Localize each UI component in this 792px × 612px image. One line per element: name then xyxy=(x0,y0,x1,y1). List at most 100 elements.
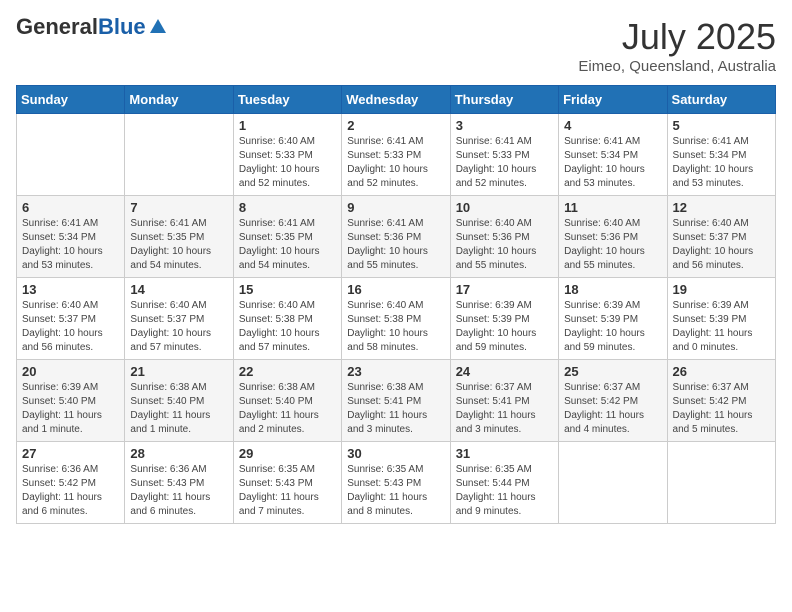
day-info: Sunrise: 6:39 AM Sunset: 5:39 PM Dayligh… xyxy=(673,299,770,355)
day-number: 12 xyxy=(673,200,770,215)
day-number: 24 xyxy=(456,364,553,379)
calendar-week-row: 20 Sunrise: 6:39 AM Sunset: 5:40 PM Dayli… xyxy=(17,360,776,442)
day-number: 3 xyxy=(456,118,553,133)
day-info: Sunrise: 6:39 AM Sunset: 5:40 PM Dayligh… xyxy=(22,381,119,437)
day-number: 19 xyxy=(673,282,770,297)
day-number: 27 xyxy=(22,446,119,461)
calendar-cell: 29 Sunrise: 6:35 AM Sunset: 5:43 PM Dayli… xyxy=(233,442,341,524)
day-info: Sunrise: 6:39 AM Sunset: 5:39 PM Dayligh… xyxy=(564,299,661,355)
calendar-header-monday: Monday xyxy=(125,86,233,114)
calendar-cell: 23Sunrise: 6:38 AM Sunset: 5:41 PM Dayli… xyxy=(342,360,450,442)
calendar-header-sunday: Sunday xyxy=(17,86,125,114)
calendar-cell: 16 Sunrise: 6:40 AM Sunset: 5:38 PM Dayli… xyxy=(342,278,450,360)
calendar-cell: 10Sunrise: 6:40 AM Sunset: 5:36 PM Dayli… xyxy=(450,196,558,278)
calendar-cell: 12 Sunrise: 6:40 AM Sunset: 5:37 PM Dayli… xyxy=(667,196,775,278)
day-number: 16 xyxy=(347,282,444,297)
day-info: Sunrise: 6:41 AM Sunset: 5:36 PM Dayligh… xyxy=(347,217,444,273)
calendar-cell: 3 Sunrise: 6:41 AM Sunset: 5:33 PM Daylig… xyxy=(450,114,558,196)
day-info: Sunrise: 6:41 AM Sunset: 5:33 PM Dayligh… xyxy=(456,135,553,191)
day-info: Sunrise: 6:41 AM Sunset: 5:34 PM Dayligh… xyxy=(22,217,119,273)
day-number: 15 xyxy=(239,282,336,297)
calendar-cell: 31Sunrise: 6:35 AM Sunset: 5:44 PM Dayli… xyxy=(450,442,558,524)
day-info: Sunrise: 6:40 AM Sunset: 5:33 PM Dayligh… xyxy=(239,135,336,191)
logo-icon xyxy=(148,17,168,37)
day-number: 28 xyxy=(130,446,227,461)
day-number: 1 xyxy=(239,118,336,133)
calendar-cell: 17 Sunrise: 6:39 AM Sunset: 5:39 PM Dayli… xyxy=(450,278,558,360)
day-info: Sunrise: 6:37 AM Sunset: 5:42 PM Dayligh… xyxy=(673,381,770,437)
calendar-header-friday: Friday xyxy=(559,86,667,114)
day-info: Sunrise: 6:35 AM Sunset: 5:43 PM Dayligh… xyxy=(347,463,444,519)
day-number: 4 xyxy=(564,118,661,133)
calendar-cell: 8 Sunrise: 6:41 AM Sunset: 5:35 PM Daylig… xyxy=(233,196,341,278)
title-section: July 2025 Eimeo, Queensland, Australia xyxy=(578,16,776,75)
calendar-table: SundayMondayTuesdayWednesdayThursdayFrid… xyxy=(16,85,776,524)
calendar-cell: 25 Sunrise: 6:37 AM Sunset: 5:42 PM Dayli… xyxy=(559,360,667,442)
day-info: Sunrise: 6:41 AM Sunset: 5:35 PM Dayligh… xyxy=(130,217,227,273)
day-number: 18 xyxy=(564,282,661,297)
calendar-header-row: SundayMondayTuesdayWednesdayThursdayFrid… xyxy=(17,86,776,114)
page-header: GeneralBlue July 2025 Eimeo, Queensland,… xyxy=(16,16,776,75)
calendar-cell xyxy=(125,114,233,196)
calendar-cell: 4Sunrise: 6:41 AM Sunset: 5:34 PM Daylig… xyxy=(559,114,667,196)
calendar-week-row: 6 Sunrise: 6:41 AM Sunset: 5:34 PM Daylig… xyxy=(17,196,776,278)
calendar-cell: 30 Sunrise: 6:35 AM Sunset: 5:43 PM Dayli… xyxy=(342,442,450,524)
month-title: July 2025 xyxy=(578,16,776,58)
calendar-header-tuesday: Tuesday xyxy=(233,86,341,114)
day-number: 13 xyxy=(22,282,119,297)
calendar-cell xyxy=(17,114,125,196)
calendar-cell: 19 Sunrise: 6:39 AM Sunset: 5:39 PM Dayli… xyxy=(667,278,775,360)
day-info: Sunrise: 6:40 AM Sunset: 5:37 PM Dayligh… xyxy=(130,299,227,355)
day-info: Sunrise: 6:36 AM Sunset: 5:43 PM Dayligh… xyxy=(130,463,227,519)
day-number: 21 xyxy=(130,364,227,379)
day-number: 14 xyxy=(130,282,227,297)
day-number: 31 xyxy=(456,446,553,461)
calendar-cell: 21 Sunrise: 6:38 AM Sunset: 5:40 PM Dayli… xyxy=(125,360,233,442)
calendar-cell: 2 Sunrise: 6:41 AM Sunset: 5:33 PM Daylig… xyxy=(342,114,450,196)
calendar-cell: 20 Sunrise: 6:39 AM Sunset: 5:40 PM Dayli… xyxy=(17,360,125,442)
calendar-cell: 15Sunrise: 6:40 AM Sunset: 5:38 PM Dayli… xyxy=(233,278,341,360)
day-info: Sunrise: 6:37 AM Sunset: 5:42 PM Dayligh… xyxy=(564,381,661,437)
calendar-cell: 26 Sunrise: 6:37 AM Sunset: 5:42 PM Dayli… xyxy=(667,360,775,442)
day-number: 25 xyxy=(564,364,661,379)
logo-blue-text: Blue xyxy=(98,16,146,38)
day-number: 2 xyxy=(347,118,444,133)
calendar-cell: 5Sunrise: 6:41 AM Sunset: 5:34 PM Daylig… xyxy=(667,114,775,196)
day-number: 30 xyxy=(347,446,444,461)
day-number: 29 xyxy=(239,446,336,461)
calendar-cell: 1 Sunrise: 6:40 AM Sunset: 5:33 PM Daylig… xyxy=(233,114,341,196)
day-info: Sunrise: 6:40 AM Sunset: 5:38 PM Dayligh… xyxy=(347,299,444,355)
calendar-header-wednesday: Wednesday xyxy=(342,86,450,114)
day-info: Sunrise: 6:38 AM Sunset: 5:40 PM Dayligh… xyxy=(239,381,336,437)
calendar-week-row: 1 Sunrise: 6:40 AM Sunset: 5:33 PM Daylig… xyxy=(17,114,776,196)
calendar-cell: 22 Sunrise: 6:38 AM Sunset: 5:40 PM Dayli… xyxy=(233,360,341,442)
calendar-cell: 9 Sunrise: 6:41 AM Sunset: 5:36 PM Daylig… xyxy=(342,196,450,278)
day-number: 9 xyxy=(347,200,444,215)
day-number: 6 xyxy=(22,200,119,215)
day-info: Sunrise: 6:41 AM Sunset: 5:35 PM Dayligh… xyxy=(239,217,336,273)
logo-general-text: General xyxy=(16,16,98,38)
calendar-cell xyxy=(559,442,667,524)
day-info: Sunrise: 6:36 AM Sunset: 5:42 PM Dayligh… xyxy=(22,463,119,519)
calendar-header-saturday: Saturday xyxy=(667,86,775,114)
day-info: Sunrise: 6:41 AM Sunset: 5:33 PM Dayligh… xyxy=(347,135,444,191)
calendar-cell: 14 Sunrise: 6:40 AM Sunset: 5:37 PM Dayli… xyxy=(125,278,233,360)
calendar-header-thursday: Thursday xyxy=(450,86,558,114)
day-info: Sunrise: 6:39 AM Sunset: 5:39 PM Dayligh… xyxy=(456,299,553,355)
day-info: Sunrise: 6:40 AM Sunset: 5:36 PM Dayligh… xyxy=(564,217,661,273)
day-number: 7 xyxy=(130,200,227,215)
day-number: 22 xyxy=(239,364,336,379)
day-number: 8 xyxy=(239,200,336,215)
calendar-cell: 7 Sunrise: 6:41 AM Sunset: 5:35 PM Daylig… xyxy=(125,196,233,278)
calendar-cell: 11Sunrise: 6:40 AM Sunset: 5:36 PM Dayli… xyxy=(559,196,667,278)
day-info: Sunrise: 6:40 AM Sunset: 5:37 PM Dayligh… xyxy=(22,299,119,355)
day-number: 26 xyxy=(673,364,770,379)
calendar-cell xyxy=(667,442,775,524)
day-number: 17 xyxy=(456,282,553,297)
day-info: Sunrise: 6:40 AM Sunset: 5:37 PM Dayligh… xyxy=(673,217,770,273)
day-number: 20 xyxy=(22,364,119,379)
calendar-cell: 24Sunrise: 6:37 AM Sunset: 5:41 PM Dayli… xyxy=(450,360,558,442)
day-info: Sunrise: 6:35 AM Sunset: 5:43 PM Dayligh… xyxy=(239,463,336,519)
day-info: Sunrise: 6:38 AM Sunset: 5:40 PM Dayligh… xyxy=(130,381,227,437)
logo: GeneralBlue xyxy=(16,16,168,38)
